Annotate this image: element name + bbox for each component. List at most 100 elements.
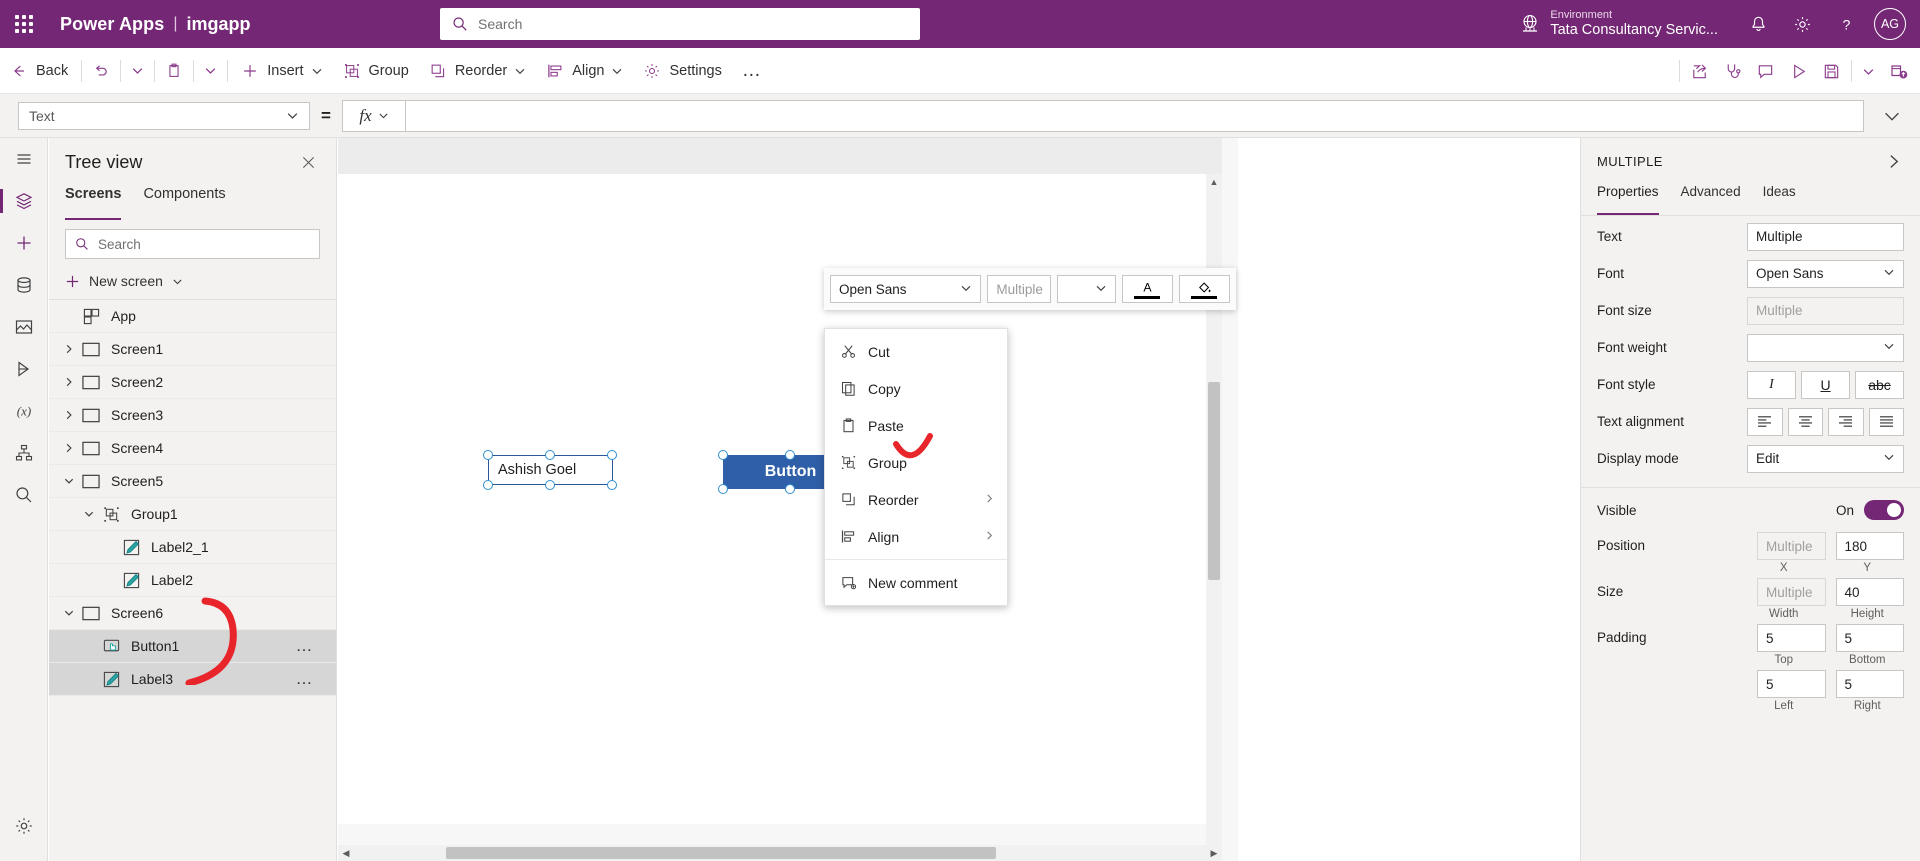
mini-font-select[interactable]: Open Sans <box>830 275 982 303</box>
position-y-field[interactable]: 180 <box>1835 532 1904 560</box>
tree-item-group1[interactable]: Group1 <box>49 498 336 531</box>
rail-item-data[interactable] <box>0 264 48 306</box>
rail-item-tree-view[interactable] <box>0 180 48 222</box>
undo-dropdown[interactable] <box>124 48 151 94</box>
property-select[interactable]: Text <box>18 101 310 130</box>
caret-right-icon[interactable]: ▶ <box>1206 845 1222 861</box>
tree-twisty-collapsed[interactable] <box>59 343 79 355</box>
preview-button[interactable] <box>1782 48 1815 94</box>
tree-item-screen1[interactable]: Screen1 <box>49 333 336 366</box>
tree-item-button1[interactable]: Button1… <box>49 630 336 663</box>
italic-icon[interactable]: I <box>1747 370 1796 399</box>
button-handle-bl[interactable] <box>718 484 728 494</box>
text-field[interactable]: Multiple <box>1747 222 1904 251</box>
tree-twisty-collapsed[interactable] <box>59 409 79 421</box>
label-handle-tl[interactable] <box>483 450 493 460</box>
new-screen-button[interactable]: New screen <box>49 263 336 299</box>
close-icon[interactable] <box>294 148 322 176</box>
tree-item-overflow-button[interactable]: … <box>296 636 315 656</box>
insert-button[interactable]: Insert <box>231 48 332 94</box>
display-mode-select[interactable]: Edit <box>1747 444 1904 473</box>
position-x-field[interactable]: Multiple <box>1757 532 1826 560</box>
formula-expand-button[interactable] <box>1864 94 1920 138</box>
font-weight-select[interactable] <box>1747 333 1904 362</box>
align-left-icon[interactable] <box>1747 407 1783 436</box>
rail-item-tree[interactable] <box>0 432 48 474</box>
rail-item-insert[interactable] <box>0 222 48 264</box>
share-button[interactable] <box>1683 48 1716 94</box>
button-handle-tc[interactable] <box>785 450 795 460</box>
chevron-right-icon[interactable] <box>1880 148 1906 174</box>
save-dropdown[interactable] <box>1855 48 1882 94</box>
paste-button[interactable] <box>158 48 190 94</box>
canvas-horizontal-scrollbar[interactable]: ◀ ▶ <box>338 845 1222 861</box>
publish-button[interactable] <box>1882 48 1916 94</box>
rail-item-search[interactable] <box>0 474 48 516</box>
context-menu-item-paste[interactable]: Paste <box>825 407 1007 444</box>
font-select[interactable]: Open Sans <box>1747 259 1904 288</box>
caret-left-icon[interactable]: ◀ <box>338 845 354 861</box>
button-handle-bc[interactable] <box>785 484 795 494</box>
visible-toggle[interactable] <box>1864 500 1904 520</box>
strikethrough-icon[interactable]: abc <box>1855 370 1904 399</box>
tree-item-screen5[interactable]: Screen5 <box>49 465 336 498</box>
reorder-button[interactable]: Reorder <box>419 48 536 94</box>
settings-button[interactable]: Settings <box>633 48 731 94</box>
context-menu-item-cut[interactable]: Cut <box>825 333 1007 370</box>
bell-icon[interactable] <box>1736 0 1780 48</box>
context-menu-item-group[interactable]: Group <box>825 444 1007 481</box>
fill-color-button[interactable] <box>1178 275 1231 303</box>
rail-item-variables[interactable]: (x) <box>0 390 48 432</box>
label-handle-tc[interactable] <box>545 450 555 460</box>
paste-dropdown[interactable] <box>197 48 224 94</box>
tree-search-input[interactable]: Search <box>65 229 320 259</box>
size-width-field[interactable]: Multiple <box>1757 578 1826 606</box>
save-button[interactable] <box>1815 48 1848 94</box>
align-right-icon[interactable] <box>1828 407 1864 436</box>
global-search-input[interactable]: Search <box>440 8 920 40</box>
tree-item-label2[interactable]: Label2 <box>49 564 336 597</box>
vertical-scroll-thumb[interactable] <box>1208 382 1220 580</box>
context-menu-item-copy[interactable]: Copy <box>825 370 1007 407</box>
fx-button[interactable]: fx <box>342 99 406 132</box>
label-handle-bc[interactable] <box>545 480 555 490</box>
tree-twisty-collapsed[interactable] <box>59 376 79 388</box>
size-height-field[interactable]: 40 <box>1835 578 1904 606</box>
tree-item-screen4[interactable]: Screen4 <box>49 432 336 465</box>
padding-right-field[interactable]: 5 <box>1835 670 1904 698</box>
context-menu-item-new-comment[interactable]: New comment <box>825 564 1007 601</box>
tree-item-label3[interactable]: Label3… <box>49 663 336 696</box>
tree-item-screen2[interactable]: Screen2 <box>49 366 336 399</box>
tab-ideas[interactable]: Ideas <box>1763 184 1796 215</box>
tree-item-screen6[interactable]: Screen6 <box>49 597 336 630</box>
tree-item-label2_1[interactable]: Label2_1 <box>49 531 336 564</box>
font-size-field[interactable]: Multiple <box>1747 296 1904 325</box>
tree-twisty-expanded[interactable] <box>59 475 79 487</box>
align-center-icon[interactable] <box>1787 407 1823 436</box>
question-icon[interactable]: ? <box>1824 0 1868 48</box>
caret-up-icon[interactable]: ▲ <box>1206 174 1222 190</box>
mini-font-weight-select[interactable] <box>1057 275 1116 303</box>
waffle-icon[interactable] <box>0 0 48 48</box>
align-button[interactable]: Align <box>536 48 633 94</box>
tree-item-overflow-button[interactable]: … <box>296 669 315 689</box>
rail-item-flows[interactable] <box>0 348 48 390</box>
undo-button[interactable] <box>85 48 117 94</box>
padding-bottom-field[interactable]: 5 <box>1835 624 1904 652</box>
tab-screens[interactable]: Screens <box>65 186 122 220</box>
align-justify-icon[interactable] <box>1868 407 1904 436</box>
font-color-button[interactable]: A <box>1121 275 1173 303</box>
padding-left-field[interactable]: 5 <box>1757 670 1826 698</box>
label-handle-bl[interactable] <box>483 480 493 490</box>
context-menu-item-align[interactable]: Align <box>825 518 1007 555</box>
tab-advanced[interactable]: Advanced <box>1681 184 1741 215</box>
environment-picker[interactable]: Environment Tata Consultancy Servic... <box>1520 9 1718 38</box>
label-handle-tr[interactable] <box>607 450 617 460</box>
tab-properties[interactable]: Properties <box>1597 184 1659 215</box>
tree-item-app[interactable]: App <box>49 300 336 333</box>
mini-font-size-input[interactable]: Multiple <box>987 275 1052 303</box>
back-button[interactable]: Back <box>0 48 78 94</box>
horizontal-scroll-thumb[interactable] <box>446 847 996 859</box>
context-menu-item-reorder[interactable]: Reorder <box>825 481 1007 518</box>
gear-icon[interactable] <box>1780 0 1824 48</box>
